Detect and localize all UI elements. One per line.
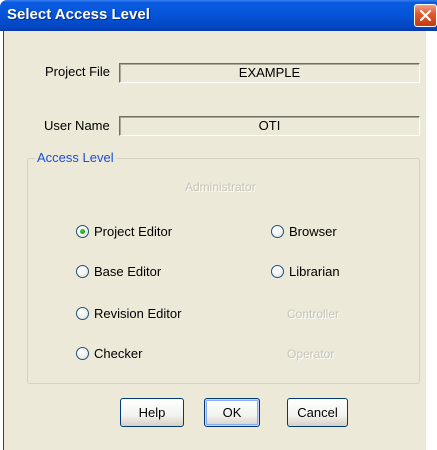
- radio-selected-icon: [76, 225, 89, 238]
- access-level-group-title: Access Level: [35, 150, 116, 165]
- radio-checker-label: Checker: [94, 346, 143, 361]
- radio-base-editor[interactable]: Base Editor: [76, 264, 161, 279]
- controller-option-disabled: Controller: [287, 307, 340, 321]
- administrator-option-disabled: Administrator: [185, 180, 256, 194]
- radio-unselected-icon: [271, 265, 284, 278]
- radio-checker[interactable]: Checker: [76, 346, 142, 361]
- radio-unselected-icon: [271, 225, 284, 238]
- project-file-label: Project File: [45, 64, 111, 79]
- radio-librarian-label: Librarian: [289, 264, 340, 279]
- user-name-field: OTI: [119, 116, 420, 136]
- radio-revision-editor[interactable]: Revision Editor: [76, 306, 181, 321]
- project-file-field: EXAMPLE: [119, 63, 420, 83]
- dialog-title: Select Access Level: [7, 6, 150, 23]
- radio-unselected-icon: [76, 347, 89, 360]
- ok-button[interactable]: OK: [204, 398, 260, 427]
- help-button[interactable]: Help: [120, 398, 184, 427]
- radio-unselected-icon: [76, 307, 89, 320]
- radio-librarian[interactable]: Librarian: [271, 264, 340, 279]
- radio-revision-editor-label: Revision Editor: [94, 306, 182, 321]
- cancel-button[interactable]: Cancel: [287, 398, 348, 427]
- radio-project-editor-label: Project Editor: [94, 224, 173, 239]
- close-x-icon: [419, 9, 432, 22]
- radio-base-editor-label: Base Editor: [94, 264, 162, 279]
- close-button[interactable]: [414, 4, 437, 27]
- operator-option-disabled: Operator: [287, 347, 335, 361]
- user-name-label: User Name: [44, 118, 110, 133]
- window-edge: [426, 31, 437, 450]
- title-bar[interactable]: Select Access Level: [0, 0, 437, 31]
- radio-browser[interactable]: Browser: [271, 224, 337, 239]
- select-access-level-dialog: Select Access Level Project File EXAMPLE…: [0, 0, 437, 450]
- radio-project-editor[interactable]: Project Editor: [76, 224, 172, 239]
- radio-browser-label: Browser: [289, 224, 337, 239]
- radio-unselected-icon: [76, 265, 89, 278]
